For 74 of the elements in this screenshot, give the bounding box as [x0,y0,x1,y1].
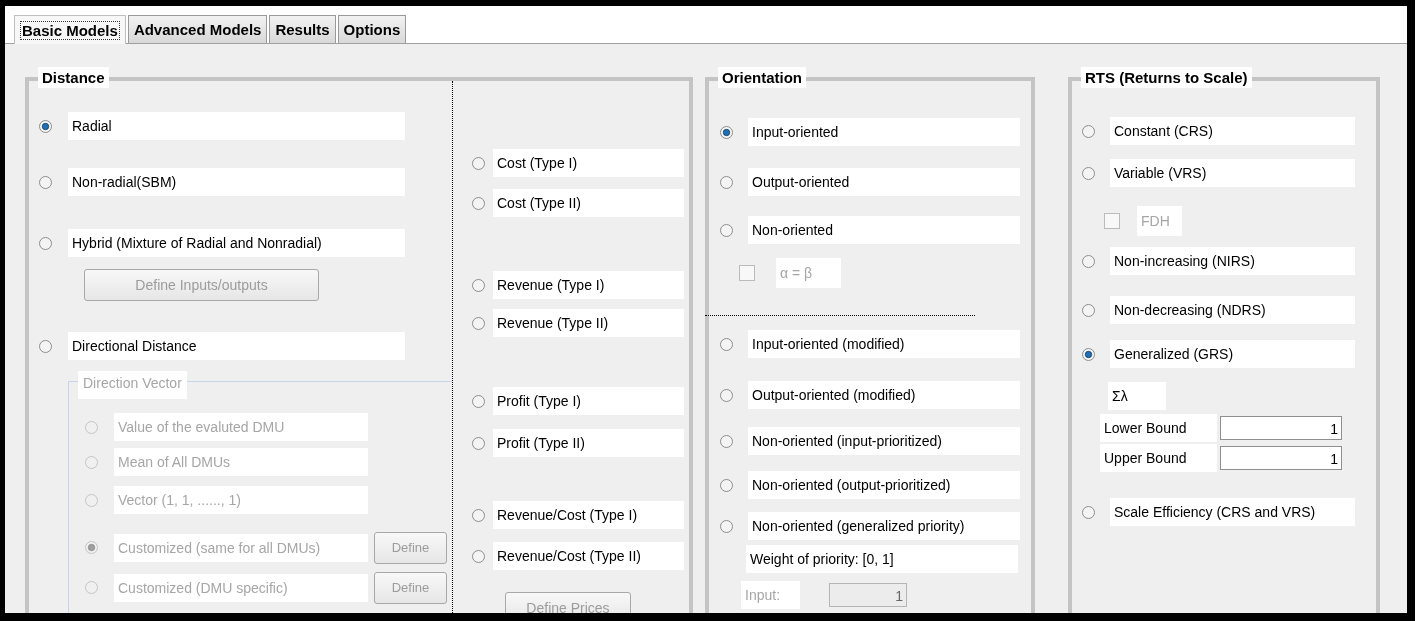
radio-button[interactable] [472,436,485,450]
field-label: Input: [741,581,800,609]
radio-button[interactable] [472,278,485,292]
radio-button[interactable] [720,223,733,237]
option-label: Non-oriented (generalized priority) [748,512,1020,540]
option-label: Hybrid (Mixture of Radial and Nonradial) [68,229,405,257]
panel-title: RTS (Returns to Scale) [1081,67,1252,88]
field-label: Lower Bound [1100,414,1217,442]
option-label: Non-decreasing (NDRS) [1110,296,1355,324]
caption-text: Σλ [1108,382,1166,410]
radio-button[interactable] [472,196,485,210]
option-label: Scale Efficiency (CRS and VRS) [1110,498,1355,526]
option-label: Revenue (Type II) [493,309,684,337]
group-title: Direction Vector [78,371,187,399]
option-label: Revenue (Type I) [493,271,684,299]
radio-button[interactable] [1082,166,1095,180]
option-label: Cost (Type II) [493,189,684,217]
input-field[interactable]: 1 [1220,446,1342,470]
radio-button[interactable] [1082,254,1095,268]
panel-title: Orientation [718,67,806,88]
radio-button[interactable] [1082,303,1095,317]
radio-button[interactable] [720,175,733,189]
radio-button[interactable] [1082,505,1095,519]
option-label: Value of the evaluted DMU [114,413,368,441]
tab[interactable]: Options [337,15,407,43]
radio-button[interactable] [472,316,485,330]
option-label: α = β [776,258,841,288]
option-label: Non-radial(SBM) [68,168,405,196]
option-label: Revenue/Cost (Type I) [493,501,684,529]
option-label: Radial [68,112,405,140]
option-label: Non-oriented (input-prioritized) [748,427,1020,455]
radio-button[interactable] [39,236,52,250]
tab[interactable]: Advanced Models [127,15,268,43]
option-label: Input-oriented [748,118,1020,146]
tab[interactable]: Results [269,15,336,43]
option-label: Profit (Type II) [493,429,684,457]
radio-button[interactable] [39,175,52,189]
radio-button[interactable] [1082,124,1095,138]
option-label: Variable (VRS) [1110,159,1355,187]
radio-button[interactable] [720,337,733,351]
radio-button[interactable] [1082,347,1095,361]
option-label: Profit (Type I) [493,387,684,415]
option-label: Revenue/Cost (Type II) [493,542,684,570]
tab[interactable]: Basic Models [14,15,126,44]
option-label: Customized (same for all DMUs) [114,533,368,562]
radio-button[interactable] [472,508,485,522]
radio-button[interactable] [39,339,52,353]
caption-text: Weight of priority: [0, 1] [746,545,1018,573]
radio-button[interactable] [720,478,733,492]
radio-button[interactable] [472,156,485,170]
panel-title: Distance [38,67,109,88]
option-label: Non-oriented [748,216,1020,244]
radio-button[interactable] [720,125,733,139]
option-label: Generalized (GRS) [1110,340,1355,368]
radio-button[interactable] [472,394,485,408]
option-label: FDH [1137,206,1182,236]
option-label: Mean of All DMUs [114,448,368,476]
option-label: Output-oriented [748,168,1020,196]
input-field[interactable]: 1 [1220,416,1342,440]
option-label: Output-oriented (modified) [748,381,1020,409]
option-label: Vector (1, 1, ......, 1) [114,486,368,514]
radio-button[interactable] [39,119,52,133]
option-label: Constant (CRS) [1110,117,1355,145]
option-label: Non-increasing (NIRS) [1110,247,1355,275]
radio-button[interactable] [720,434,733,448]
option-label: Directional Distance [68,332,405,360]
option-label: Input-oriented (modified) [748,330,1020,358]
radio-button[interactable] [720,388,733,402]
option-label: Non-oriented (output-prioritized) [748,471,1020,499]
option-label: Cost (Type I) [493,149,684,177]
option-label: Customized (DMU specific) [114,573,368,602]
radio-button[interactable] [720,519,733,533]
field-label: Upper Bound [1100,444,1217,472]
radio-button[interactable] [472,549,485,563]
